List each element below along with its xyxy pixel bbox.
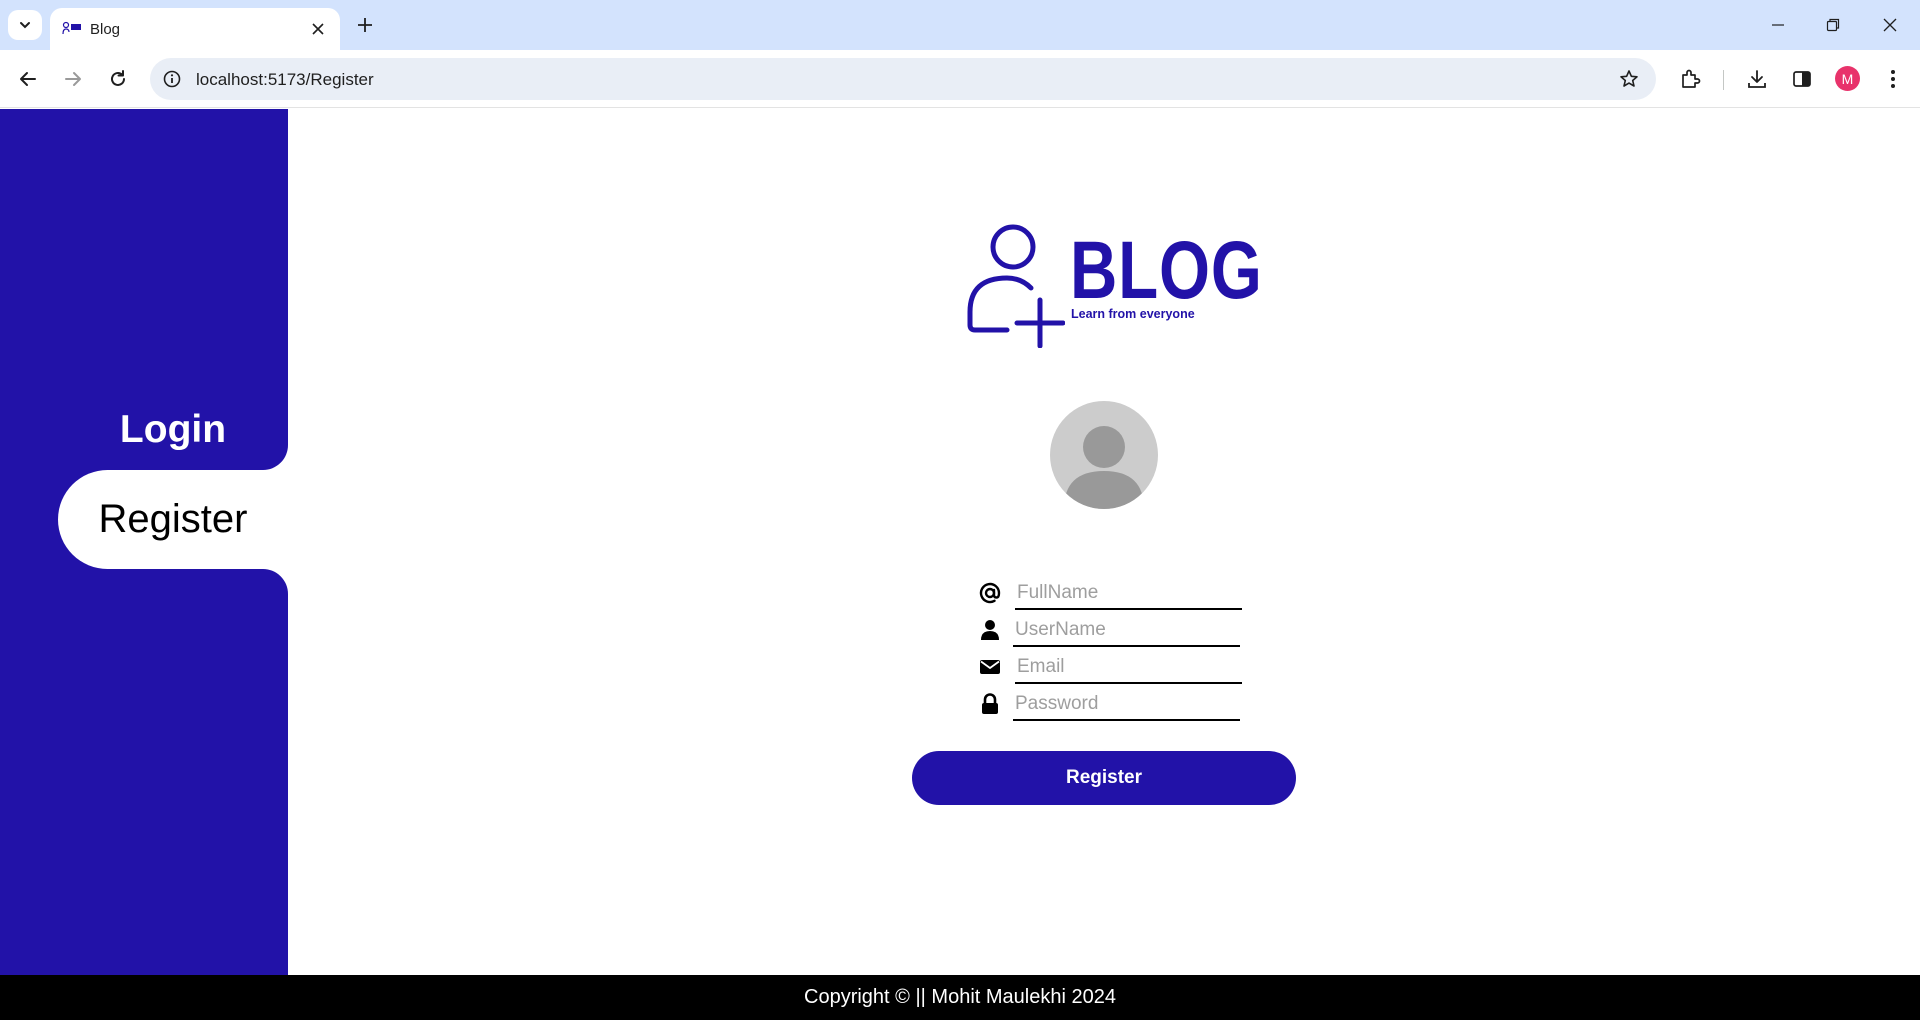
password-field (975, 687, 1245, 723)
envelope-icon (979, 656, 1001, 678)
profile-picture-upload[interactable] (1050, 401, 1158, 509)
side-panel-icon[interactable] (1789, 66, 1815, 92)
star-icon[interactable] (1618, 68, 1640, 90)
footer-copyright: Copyright © || Mohit Maulekhi 2024 (0, 975, 1920, 1020)
sidebar-item-login[interactable]: Login (0, 390, 346, 470)
more-icon[interactable] (1880, 66, 1906, 92)
blog-favicon-icon (62, 21, 82, 37)
plus-icon[interactable] (352, 12, 378, 38)
username-field (975, 613, 1245, 649)
toolbar-divider (1723, 70, 1724, 90)
forward-icon[interactable] (58, 64, 88, 94)
download-icon[interactable] (1744, 66, 1770, 92)
sidebar-item-register-label: Register (98, 497, 248, 541)
email-field (975, 650, 1245, 686)
browser-tabstrip: Blog (0, 0, 1920, 50)
add-user-icon (967, 224, 1065, 348)
default-avatar-icon (1064, 426, 1144, 509)
address-bar[interactable]: localhost:5173/Register (150, 58, 1656, 100)
browser-toolbar: localhost:5173/Register (0, 50, 1920, 108)
lock-icon (979, 693, 1001, 715)
profile-avatar[interactable]: M (1835, 66, 1860, 91)
fullname-input[interactable] (1015, 578, 1242, 610)
extensions-icon[interactable] (1677, 66, 1703, 92)
browser-tab[interactable]: Blog (50, 8, 340, 50)
username-input[interactable] (1013, 615, 1240, 647)
nav-tab-curve-bottom (263, 569, 288, 594)
minimize-icon[interactable] (1758, 10, 1798, 40)
reload-icon[interactable] (103, 64, 133, 94)
sidebar-item-register[interactable]: Register (58, 470, 288, 569)
register-button[interactable]: Register (912, 751, 1296, 805)
email-input[interactable] (1015, 652, 1242, 684)
at-icon (979, 582, 1001, 604)
close-icon[interactable] (308, 19, 328, 39)
restore-icon[interactable] (1813, 10, 1853, 40)
logo-tagline: Learn from everyone (1071, 307, 1195, 321)
site-info-icon[interactable] (162, 69, 182, 89)
tab-title: Blog (90, 21, 121, 38)
user-icon (979, 619, 1001, 641)
blog-logo: BLOG Learn from everyone (965, 220, 1262, 350)
logo-title: BLOG (1070, 225, 1263, 316)
back-icon[interactable] (13, 64, 43, 94)
tab-search-icon[interactable] (8, 10, 42, 40)
password-input[interactable] (1013, 689, 1240, 721)
fullname-field (975, 576, 1245, 612)
window-close-icon[interactable] (1870, 10, 1910, 40)
url-text: localhost:5173/Register (196, 70, 374, 89)
